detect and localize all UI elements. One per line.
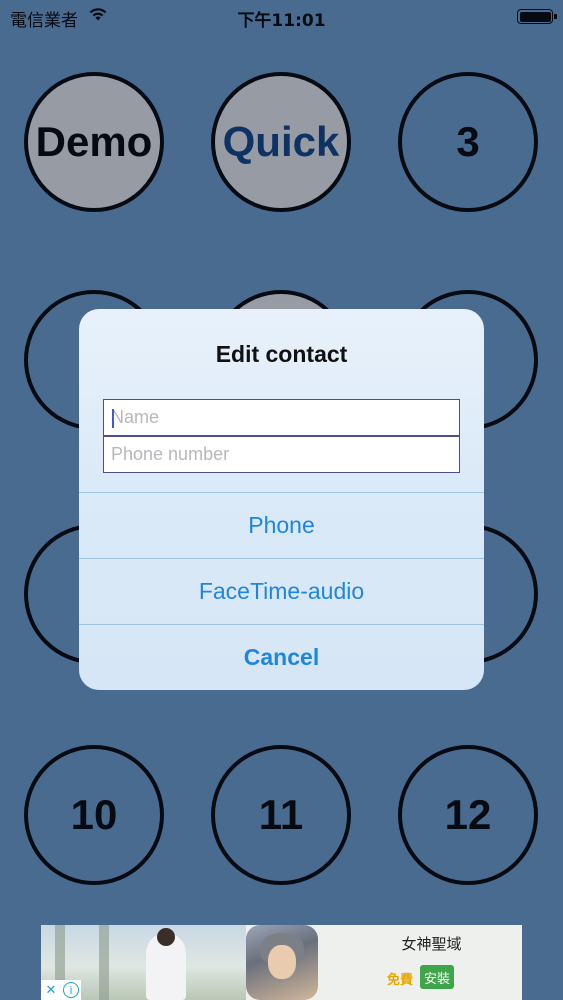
name-field[interactable]	[103, 399, 460, 436]
text-cursor	[112, 409, 114, 428]
ad-controls: ✕ i	[41, 980, 81, 1000]
ad-banner[interactable]: ✕ i 女神聖域 免費 安裝	[41, 925, 522, 1000]
info-icon[interactable]: i	[63, 982, 79, 998]
phone-button[interactable]: Phone	[79, 492, 484, 558]
ad-free-tag: 免費	[387, 973, 414, 988]
ad-title: 女神聖域	[401, 935, 462, 953]
app-icon	[246, 925, 318, 1000]
install-button[interactable]: 安裝	[420, 965, 454, 989]
cancel-button[interactable]: Cancel	[79, 624, 484, 690]
phone-number-input[interactable]	[104, 437, 459, 472]
dialog-title: Edit contact	[215, 341, 348, 367]
phone-field[interactable]	[103, 436, 460, 473]
edit-contact-dialog: Edit contact Phone FaceTime-audio Cancel	[79, 309, 484, 690]
facetime-audio-button[interactable]: FaceTime-audio	[79, 558, 484, 624]
close-icon[interactable]: ✕	[41, 980, 61, 1000]
name-input[interactable]	[104, 400, 459, 435]
